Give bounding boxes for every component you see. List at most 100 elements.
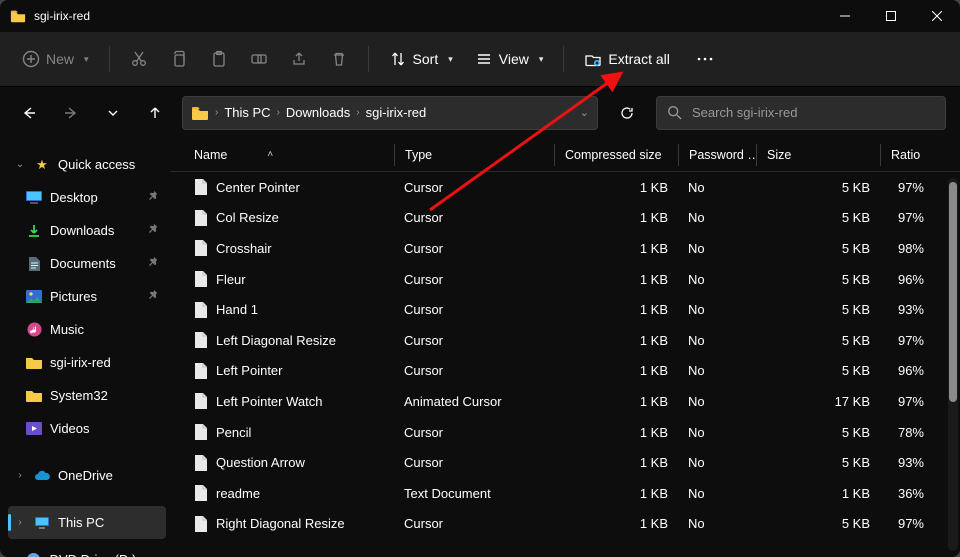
file-icon [194,301,208,319]
delete-button[interactable] [322,41,356,77]
close-button[interactable] [914,0,960,32]
sidebar-label: DVD Drive (D:) C… [50,552,160,557]
cut-button[interactable] [122,41,156,77]
password-protected: No [688,394,705,409]
minimize-button[interactable] [822,0,868,32]
file-icon [194,484,208,502]
breadcrumb-part[interactable]: This PC › [224,105,280,120]
paste-button[interactable] [202,41,236,77]
file-row[interactable]: Hand 1Cursor1 KBNo5 KB93% [170,294,960,325]
file-size: 5 KB [842,210,870,225]
sidebar-item[interactable]: Music [8,313,166,346]
sidebar: ⌄ ★ Quick access Desktop Downloads Documen… [0,138,170,557]
chevron-right-icon: › [356,107,359,118]
extract-all-button[interactable]: Extract all [576,41,677,77]
sidebar-item-label: Desktop [50,190,98,205]
file-name: Left Diagonal Resize [216,333,336,348]
refresh-button[interactable] [610,96,644,130]
file-row[interactable]: Left Pointer WatchAnimated Cursor1 KBNo1… [170,386,960,417]
col-name[interactable]: Name ˄ [184,144,394,166]
back-button[interactable] [14,98,44,128]
scrollbar-thumb[interactable] [949,182,957,402]
file-list[interactable]: Center PointerCursor1 KBNo5 KB97%Col Res… [170,172,960,557]
col-type[interactable]: Type [394,144,554,166]
copy-button[interactable] [162,41,196,77]
file-row[interactable]: Left PointerCursor1 KBNo5 KB96% [170,356,960,387]
share-button[interactable] [282,41,316,77]
compressed-size: 1 KB [640,302,668,317]
sidebar-item[interactable]: System32 [8,379,166,412]
col-size[interactable]: Size [756,144,880,166]
compressed-size: 1 KB [640,516,668,531]
maximize-button[interactable] [868,0,914,32]
chevron-down-icon: ▾ [84,54,89,65]
file-name: Pencil [216,425,251,440]
sidebar-onedrive[interactable]: › OneDrive [8,459,166,492]
file-row[interactable]: FleurCursor1 KBNo5 KB96% [170,264,960,295]
file-row[interactable]: Question ArrowCursor1 KBNo5 KB93% [170,447,960,478]
file-type: Animated Cursor [404,394,502,409]
scrollbar[interactable] [948,178,958,551]
file-row[interactable]: Center PointerCursor1 KBNo5 KB97% [170,172,960,203]
column-headers: Name ˄ Type Compressed size Password … S… [170,138,960,172]
file-name: Question Arrow [216,455,305,470]
file-name: Right Diagonal Resize [216,516,345,531]
password-protected: No [688,180,705,195]
sidebar-item[interactable]: Documents [8,247,166,280]
up-button[interactable] [140,98,170,128]
new-button[interactable]: New ▾ [14,41,97,77]
file-row[interactable]: Right Diagonal ResizeCursor1 KBNo5 KB97% [170,509,960,540]
window-title: sgi-irix-red [34,9,90,23]
more-button[interactable] [684,41,726,77]
file-icon [194,515,208,533]
view-button[interactable]: View ▾ [467,41,552,77]
disc-icon [26,552,42,557]
sidebar-quick-access[interactable]: ⌄ ★ Quick access [8,148,166,181]
recent-dropdown[interactable] [98,98,128,128]
separator [563,46,564,72]
breadcrumb-part[interactable]: sgi-irix-red [366,105,427,120]
file-row[interactable]: Col ResizeCursor1 KBNo5 KB97% [170,203,960,234]
compressed-size: 1 KB [640,333,668,348]
col-password[interactable]: Password … [678,144,756,166]
col-compressed-size[interactable]: Compressed size [554,144,678,166]
sidebar-item[interactable]: Pictures [8,280,166,313]
col-ratio[interactable]: Ratio [880,144,934,166]
navigation-row: › This PC › Downloads › sgi-irix-red ⌄ [0,86,960,138]
chevron-down-icon[interactable]: ⌄ [580,106,589,119]
sidebar-item[interactable]: Videos [8,412,166,445]
sidebar-item[interactable]: Downloads [8,214,166,247]
sidebar-this-pc[interactable]: › This PC [8,506,166,539]
view-button-label: View [499,51,529,67]
search-bar[interactable] [656,96,946,130]
sidebar-item-label: Downloads [50,223,114,238]
file-size: 5 KB [842,455,870,470]
forward-button[interactable] [56,98,86,128]
compressed-size: 1 KB [640,272,668,287]
rename-button[interactable] [242,41,276,77]
file-row[interactable]: CrosshairCursor1 KBNo5 KB98% [170,233,960,264]
search-input[interactable] [690,104,935,121]
breadcrumb-part[interactable]: Downloads › [286,105,360,120]
file-type: Cursor [404,272,443,287]
sidebar-dvd-drive[interactable]: DVD Drive (D:) C… [8,543,166,557]
file-name: Hand 1 [216,302,258,317]
file-size: 17 KB [835,394,870,409]
file-size: 1 KB [842,486,870,501]
sidebar-item[interactable]: Desktop [8,181,166,214]
file-type: Cursor [404,302,443,317]
file-row[interactable]: readmeText Document1 KBNo1 KB36% [170,478,960,509]
sidebar-item[interactable]: sgi-irix-red [8,346,166,379]
password-protected: No [688,486,705,501]
compressed-size: 1 KB [640,394,668,409]
file-row[interactable]: PencilCursor1 KBNo5 KB78% [170,417,960,448]
file-icon [194,209,208,227]
body: ⌄ ★ Quick access Desktop Downloads Documen… [0,138,960,557]
file-row[interactable]: Left Diagonal ResizeCursor1 KBNo5 KB97% [170,325,960,356]
address-bar[interactable]: › This PC › Downloads › sgi-irix-red ⌄ [182,96,598,130]
sidebar-item-label: Pictures [50,289,97,304]
sort-button[interactable]: Sort ▾ [381,41,461,77]
password-protected: No [688,363,705,378]
sidebar-item-label: sgi-irix-red [50,355,111,370]
sidebar-item-label: Videos [50,421,90,436]
